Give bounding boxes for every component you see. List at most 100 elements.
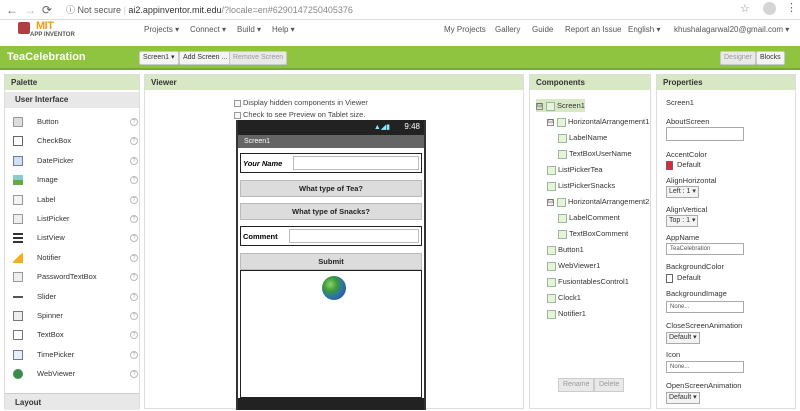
help-icon[interactable]: ? — [130, 118, 138, 126]
account-menu[interactable]: khushalagarwal20@gmail.com ▾ — [674, 25, 789, 34]
designer-button[interactable]: Designer — [720, 51, 756, 65]
component-node-horizontalarrangement2[interactable]: ⊟HorizontalArrangement2 — [547, 195, 649, 208]
palette-section-user-interface[interactable]: User Interface — [5, 92, 139, 108]
app-inventor-logo[interactable]: MIT APP INVENTOR — [18, 20, 88, 42]
menu-projects[interactable]: Projects ▾ — [144, 25, 179, 34]
accent-color-value: Default — [677, 160, 701, 169]
display-hidden-label: Display hidden components in Viewer — [243, 98, 368, 107]
link-my-projects[interactable]: My Projects — [444, 25, 486, 34]
icon-label: Icon — [666, 350, 680, 359]
about-screen-input[interactable] — [666, 127, 744, 141]
help-icon[interactable]: ? — [130, 293, 138, 301]
tablet-preview-checkbox[interactable]: Check to see Preview on Tablet size. — [234, 110, 365, 119]
close-animation-dropdown[interactable]: Default ▾ — [666, 332, 700, 344]
language-menu[interactable]: English ▾ — [628, 25, 660, 34]
component-type-icon — [547, 182, 556, 191]
checkbox-icon[interactable] — [234, 112, 241, 119]
component-node-listpickertea[interactable]: ListPickerTea — [547, 163, 603, 176]
accent-color-picker[interactable]: Default — [666, 160, 701, 170]
username-textbox[interactable] — [293, 156, 419, 170]
component-label: WebViewer1 — [558, 261, 600, 270]
component-label: ListPickerSnacks — [558, 181, 615, 190]
app-name-input[interactable]: TeaCelebration — [666, 243, 744, 255]
menu-connect[interactable]: Connect ▾ — [190, 25, 226, 34]
link-guide[interactable]: Guide — [532, 25, 553, 34]
submit-button[interactable]: Submit — [240, 253, 422, 270]
link-gallery[interactable]: Gallery — [495, 25, 520, 34]
help-icon[interactable]: ? — [130, 273, 138, 281]
help-icon[interactable]: ? — [130, 176, 138, 184]
back-icon[interactable]: ← — [6, 3, 18, 17]
comment-label: Comment — [243, 232, 278, 241]
webviewer-component[interactable] — [240, 270, 422, 398]
screen-selector[interactable]: Screen1 ▾ — [139, 51, 179, 65]
component-node-clock1[interactable]: Clock1 — [547, 291, 581, 304]
component-node-notifier1[interactable]: Notifier1 — [547, 307, 586, 320]
help-icon[interactable]: ? — [130, 215, 138, 223]
help-icon[interactable]: ? — [130, 254, 138, 262]
horizontal-arrangement-2[interactable]: Comment — [240, 226, 422, 246]
component-node-screen1[interactable]: ⊟Screen1 — [536, 99, 585, 112]
delete-button[interactable]: Delete — [594, 378, 624, 392]
component-node-labelname[interactable]: LabelName — [558, 131, 607, 144]
url-host: ai2.appinventor.mit.edu — [128, 5, 221, 15]
component-type-icon — [558, 134, 567, 143]
component-label: Button1 — [558, 245, 584, 254]
display-hidden-checkbox[interactable]: Display hidden components in Viewer — [234, 98, 368, 107]
help-icon[interactable]: ? — [130, 351, 138, 359]
reload-icon[interactable]: ⟳ — [42, 3, 52, 17]
component-type-icon — [558, 230, 567, 239]
logo-icon — [18, 22, 30, 34]
help-icon[interactable]: ? — [130, 234, 138, 242]
bookmark-star-icon[interactable]: ☆ — [740, 2, 750, 15]
profile-avatar[interactable] — [763, 2, 776, 15]
icon-input[interactable]: None... — [666, 361, 744, 373]
info-icon[interactable]: ⓘ — [66, 5, 78, 15]
rename-button[interactable]: Rename — [558, 378, 594, 392]
help-icon[interactable]: ? — [130, 312, 138, 320]
tea-listpicker-button[interactable]: What type of Tea? — [240, 180, 422, 197]
open-animation-dropdown[interactable]: Default ▾ — [666, 392, 700, 404]
component-node-textboxusername[interactable]: TextBoxUserName — [558, 147, 632, 160]
align-vertical-dropdown[interactable]: Top : 1 ▾ — [666, 215, 698, 227]
help-icon[interactable]: ? — [130, 196, 138, 204]
browser-toolbar: ← → ⟳ ⓘ Not secure | ai2.appinventor.mit… — [0, 0, 800, 20]
browser-menu-icon[interactable]: ⋮ — [786, 1, 797, 14]
add-screen-button[interactable]: Add Screen ... — [179, 51, 231, 65]
component-node-webviewer1[interactable]: WebViewer1 — [547, 259, 600, 272]
palette-section-layout[interactable]: Layout — [5, 393, 139, 410]
component-node-textboxcomment[interactable]: TextBoxComment — [558, 227, 628, 240]
component-label: LabelComment — [569, 213, 620, 222]
background-image-input[interactable]: None... — [666, 301, 744, 313]
forward-icon[interactable]: → — [24, 3, 36, 17]
snacks-listpicker-button[interactable]: What type of Snacks? — [240, 203, 422, 220]
component-node-fusiontablescontrol1[interactable]: FusiontablesControl1 — [547, 275, 629, 288]
background-color-picker[interactable]: Default — [666, 273, 701, 283]
link-report-issue[interactable]: Report an Issue — [565, 25, 621, 34]
collapse-toggle-icon[interactable]: ⊟ — [547, 199, 554, 206]
logo-app-text: APP INVENTOR — [30, 32, 75, 38]
component-node-listpickersnacks[interactable]: ListPickerSnacks — [547, 179, 615, 192]
address-bar[interactable]: ⓘ Not secure | ai2.appinventor.mit.edu/?… — [66, 3, 353, 17]
help-icon[interactable]: ? — [130, 137, 138, 145]
logo-mit-text: MIT — [36, 20, 53, 32]
remove-screen-button[interactable]: Remove Screen — [229, 51, 287, 65]
help-icon[interactable]: ? — [130, 157, 138, 165]
help-icon[interactable]: ? — [130, 370, 138, 378]
blocks-button[interactable]: Blocks — [756, 51, 785, 65]
component-node-horizontalarrangement1[interactable]: ⊟HorizontalArrangement1 — [547, 115, 649, 128]
checkbox-icon[interactable] — [234, 100, 241, 107]
collapse-toggle-icon[interactable]: ⊟ — [547, 119, 554, 126]
menu-build[interactable]: Build ▾ — [237, 25, 261, 34]
component-label: FusiontablesControl1 — [558, 277, 629, 286]
help-icon[interactable]: ? — [130, 331, 138, 339]
comment-textbox[interactable] — [289, 229, 419, 243]
horizontal-arrangement-1[interactable]: Your Name — [240, 153, 422, 173]
collapse-toggle-icon[interactable]: ⊟ — [536, 103, 543, 110]
menu-help[interactable]: Help ▾ — [272, 25, 295, 34]
component-node-button1[interactable]: Button1 — [547, 243, 584, 256]
align-horizontal-dropdown[interactable]: Left : 1 ▾ — [666, 186, 699, 198]
component-type-icon — [547, 246, 556, 255]
component-node-labelcomment[interactable]: LabelComment — [558, 211, 620, 224]
palette-item-label: Label — [37, 193, 55, 207]
